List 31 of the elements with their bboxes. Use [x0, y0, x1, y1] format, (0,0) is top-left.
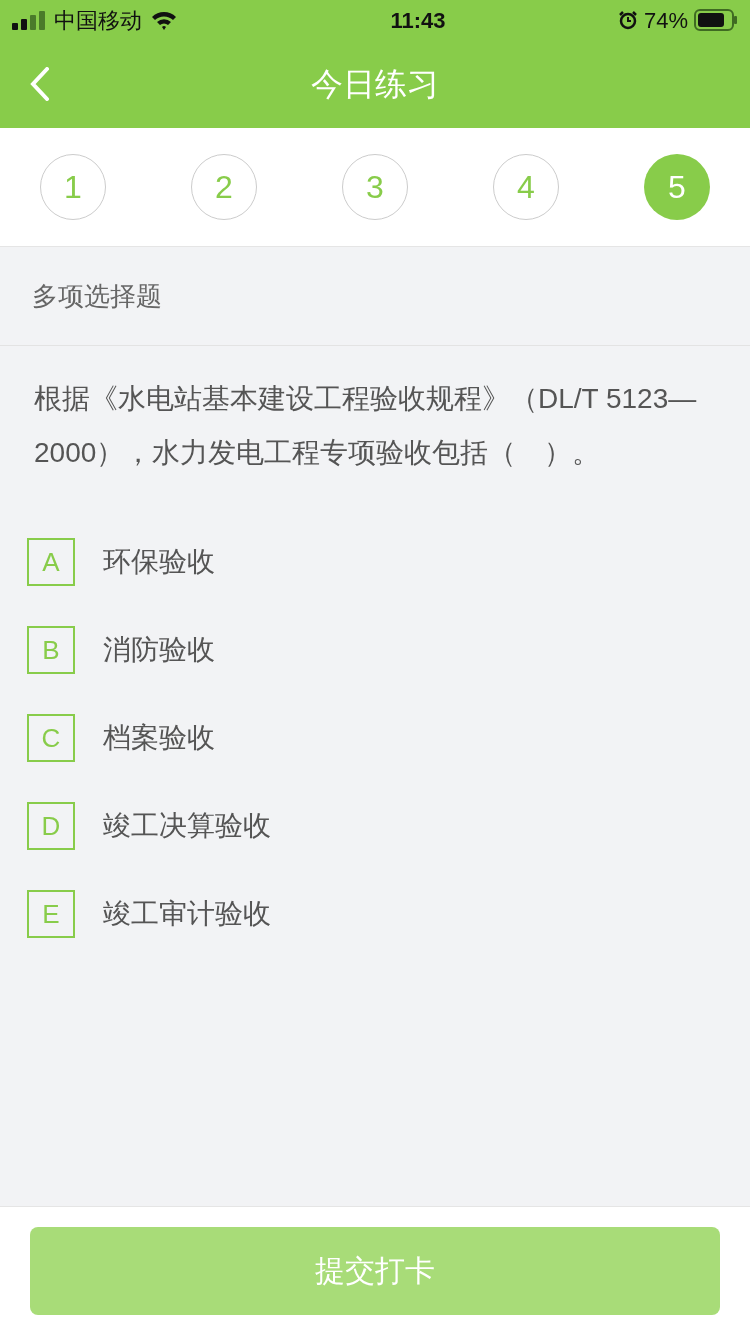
question-number-tab[interactable]: 4	[493, 154, 559, 220]
page-title: 今日练习	[311, 65, 439, 104]
question-type: 多项选择题	[32, 279, 162, 313]
answer-option[interactable]: E 竣工审计验收	[27, 890, 750, 938]
answer-option[interactable]: C 档案验收	[27, 714, 750, 762]
question-number-tab[interactable]: 3	[342, 154, 408, 220]
alarm-icon	[617, 10, 638, 30]
question-number-tab[interactable]: 1	[40, 154, 106, 220]
wifi-icon	[150, 9, 178, 31]
option-letter: A	[27, 538, 75, 586]
answer-option[interactable]: D 竣工决算验收	[27, 802, 750, 850]
battery-percent: 74%	[643, 6, 688, 35]
option-text: 档案验收	[103, 721, 215, 755]
option-letter: C	[27, 714, 75, 762]
option-text: 消防验收	[103, 633, 215, 667]
question-number-tab[interactable]: 2	[191, 154, 257, 220]
carrier-name: 中国移动	[54, 6, 142, 35]
option-text: 环保验收	[103, 545, 215, 579]
option-text: 竣工审计验收	[103, 897, 271, 931]
clock-time: 11:43	[390, 6, 446, 35]
option-letter: D	[27, 802, 75, 850]
battery-icon	[694, 9, 738, 31]
answer-option[interactable]: B 消防验收	[27, 626, 750, 674]
option-letter: E	[27, 890, 75, 938]
question-text: 根据《水电站基本建设工程验收规程》（DL/T 5123—2000），水力发电工程专项验收包括（ ）。	[33, 382, 698, 470]
option-letter: B	[27, 626, 75, 674]
option-text: 竣工决算验收	[103, 809, 271, 843]
signal-icon	[12, 10, 46, 30]
question-number-tab[interactable]: 5	[644, 154, 710, 220]
back-icon	[30, 67, 50, 101]
answer-option[interactable]: A 环保验收	[27, 538, 750, 586]
